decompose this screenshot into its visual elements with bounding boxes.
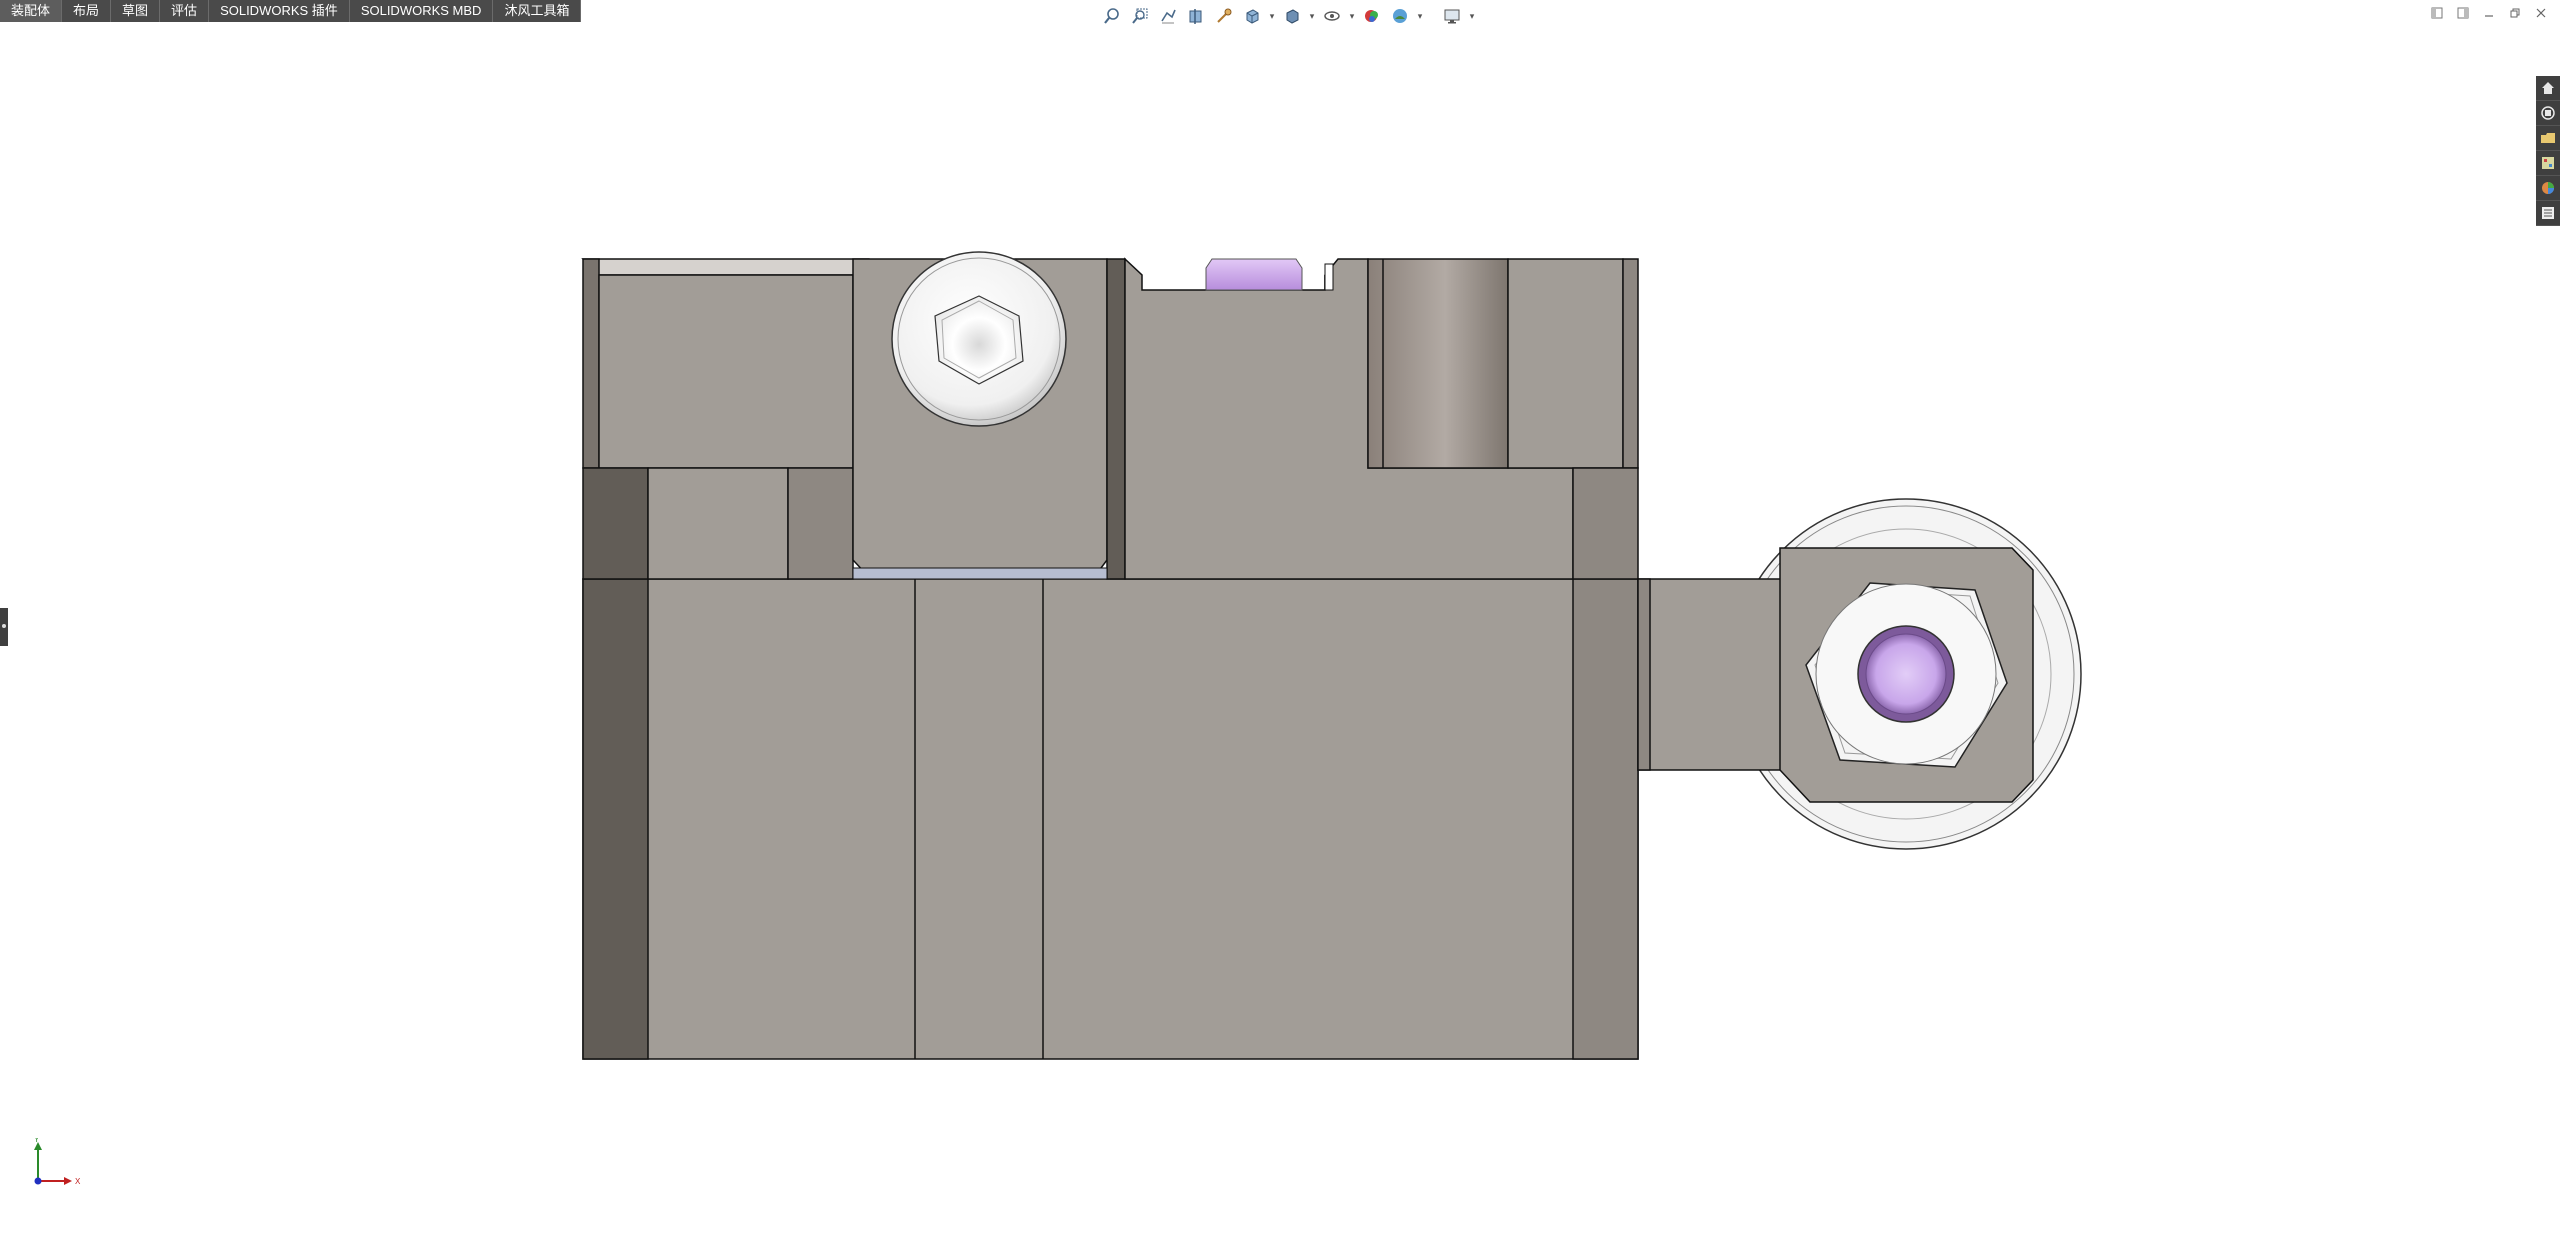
socket-head-bolt [891, 251, 1067, 427]
triad-x-label: X [75, 1177, 81, 1186]
upper-left-block [581, 258, 870, 276]
graphics-area[interactable] [0, 0, 2560, 1241]
lower-block-left-chamfer [582, 578, 649, 1060]
reference-triad: Y X [24, 1135, 84, 1188]
roller-assembly [1637, 498, 2082, 850]
pin-top [1205, 258, 1303, 291]
lower-block-right-chamfer [1572, 578, 1639, 1060]
triad-y-label: Y [34, 1138, 40, 1144]
upper-right-bore [1367, 258, 1509, 469]
upper-left-step [582, 467, 649, 580]
lower-block [582, 578, 1639, 1060]
assembly-model [581, 251, 2082, 1060]
